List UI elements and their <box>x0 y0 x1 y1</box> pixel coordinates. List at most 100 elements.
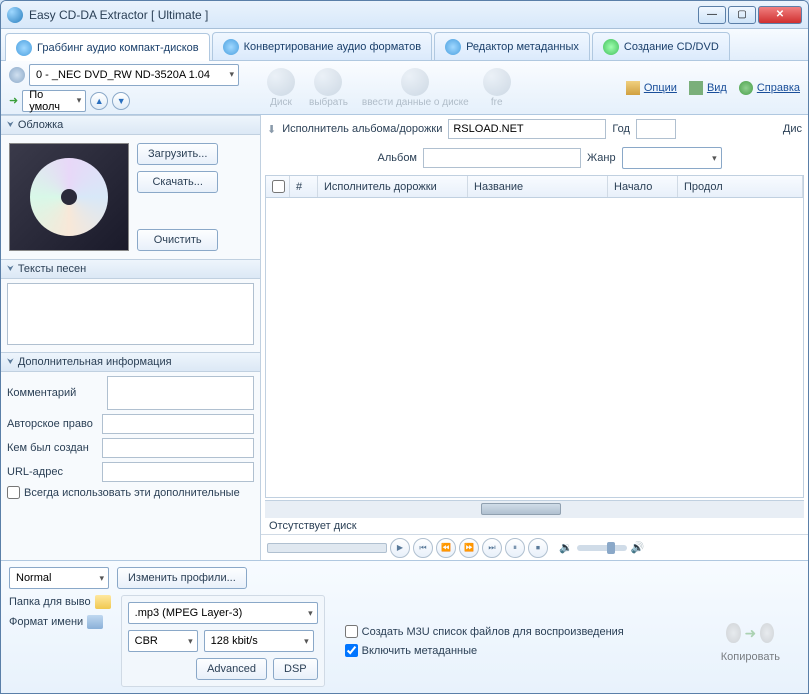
horizontal-scrollbar[interactable] <box>265 500 804 518</box>
year-input[interactable] <box>636 119 676 139</box>
drive-icon <box>9 67 25 83</box>
profile-combo[interactable]: Normal <box>9 567 109 589</box>
genre-combo[interactable] <box>622 147 722 169</box>
view-link[interactable]: Вид <box>689 81 727 95</box>
maximize-button[interactable]: ▢ <box>728 6 756 24</box>
mode-combo[interactable]: CBR <box>128 630 198 652</box>
track-header: # Исполнитель дорожки Название Начало Пр… <box>266 176 803 198</box>
comment-input[interactable] <box>107 376 254 410</box>
url-label: URL-адрес <box>7 466 98 478</box>
tab-burn[interactable]: Создание CD/DVD <box>592 32 730 60</box>
app-icon <box>7 7 23 23</box>
dsp-button[interactable]: DSP <box>273 658 318 680</box>
genre-label: Жанр <box>587 152 616 164</box>
col-artist[interactable]: Исполнитель дорожки <box>318 176 468 197</box>
format-combo[interactable]: .mp3 (MPEG Layer-3) <box>128 602 318 624</box>
tab-convert[interactable]: Конвертирование аудио форматов <box>212 32 432 60</box>
copyright-input[interactable] <box>102 414 254 434</box>
cover-clear-button[interactable]: Очистить <box>137 229 218 251</box>
default-label: По умолч <box>29 89 67 113</box>
always-use-checkbox[interactable]: Всегда использовать эти дополнительные <box>7 486 254 499</box>
stop-button[interactable]: ⏹ <box>528 538 548 558</box>
extra-section-header[interactable]: Дополнительная информация <box>1 352 260 372</box>
cover-load-button[interactable]: Загрузить... <box>137 143 218 165</box>
minimize-button[interactable]: — <box>698 6 726 24</box>
grid-icon <box>689 81 703 95</box>
col-duration[interactable]: Продол <box>678 176 803 197</box>
pause-button[interactable]: ⏸ <box>505 538 525 558</box>
rewind-button[interactable]: ⏪ <box>436 538 456 558</box>
main-area: Обложка Загрузить... Скачать... Очистить… <box>1 115 808 560</box>
scrollbar-thumb[interactable] <box>481 503 561 515</box>
tab-label: Создание CD/DVD <box>624 41 719 53</box>
options-link[interactable]: Опции <box>626 81 677 95</box>
disc-icon <box>267 68 295 96</box>
dest-disc-icon <box>760 623 774 643</box>
titlebar: Easy CD-DA Extractor [ Ultimate ] — ▢ ✕ <box>1 1 808 29</box>
prev-track-button[interactable]: ⏮ <box>413 538 433 558</box>
artist-input[interactable] <box>448 119 606 139</box>
lyrics-section-header[interactable]: Тексты песен <box>1 259 260 279</box>
volume-icon: 🔉 <box>559 541 573 554</box>
advanced-button[interactable]: Advanced <box>196 658 267 680</box>
url-input[interactable] <box>102 462 254 482</box>
select-icon <box>314 68 342 96</box>
filename-format-label: Формат имени <box>9 616 83 628</box>
bitrate-combo[interactable]: 128 kbit/s <box>204 630 314 652</box>
col-num[interactable]: # <box>290 176 318 197</box>
edit-profiles-button[interactable]: Изменить профили... <box>117 567 247 589</box>
metadata-checkbox[interactable]: Включить метаданные <box>345 644 624 657</box>
close-button[interactable]: ✕ <box>758 6 802 24</box>
tag-icon <box>445 39 461 55</box>
discdata-icon <box>401 68 429 96</box>
toolbar: 0 - _NEC DVD_RW ND-3520A 1.04 ➜ По умолч… <box>1 61 808 115</box>
select-all-checkbox[interactable] <box>272 180 285 193</box>
cd-icon <box>16 40 32 56</box>
format-icon[interactable] <box>87 615 103 629</box>
play-button[interactable]: ▶ <box>390 538 410 558</box>
window-title: Easy CD-DA Extractor [ Ultimate ] <box>29 8 698 22</box>
volume-thumb[interactable] <box>607 542 615 554</box>
freedb-button[interactable]: fre <box>483 68 511 108</box>
cover-section-header[interactable]: Обложка <box>1 115 260 135</box>
col-start[interactable]: Начало <box>608 176 678 197</box>
select-button[interactable]: выбрать <box>309 68 348 108</box>
track-list: # Исполнитель дорожки Название Начало Пр… <box>265 175 804 498</box>
volume-slider[interactable] <box>577 545 627 551</box>
m3u-checkbox[interactable]: Создать M3U список файлов для воспроизве… <box>345 625 624 638</box>
tab-metadata[interactable]: Редактор метаданных <box>434 32 590 60</box>
app-window: Easy CD-DA Extractor [ Ultimate ] — ▢ ✕ … <box>0 0 809 694</box>
freedb-icon <box>483 68 511 96</box>
right-panel: ⬇ Исполнитель альбома/дорожки Год Дис Ал… <box>261 115 808 560</box>
load-button[interactable]: ▼ <box>112 92 130 110</box>
left-panel: Обложка Загрузить... Скачать... Очистить… <box>1 115 261 560</box>
default-combo[interactable]: По умолч <box>22 90 86 112</box>
status-text: Отсутствует диск <box>261 518 808 534</box>
lyrics-textarea[interactable] <box>7 283 254 345</box>
arrow-down-icon: ⬇ <box>267 123 276 136</box>
folder-icon[interactable] <box>95 595 111 609</box>
eject-button[interactable]: ▲ <box>90 92 108 110</box>
createdby-input[interactable] <box>102 438 254 458</box>
seek-bar[interactable] <box>267 543 387 553</box>
discdata-button[interactable]: ввести данные о диске <box>362 68 469 108</box>
cover-download-button[interactable]: Скачать... <box>137 171 218 193</box>
year-label: Год <box>612 123 630 135</box>
next-track-button[interactable]: ⏭ <box>482 538 502 558</box>
drive-value: 0 - _NEC DVD_RW ND-3520A 1.04 <box>36 69 210 81</box>
tab-label: Граббинг аудио компакт-дисков <box>37 42 199 54</box>
copy-button[interactable]: ➜ Копировать <box>701 595 800 687</box>
window-buttons: — ▢ ✕ <box>698 6 802 24</box>
album-input[interactable] <box>423 148 581 168</box>
col-title[interactable]: Название <box>468 176 608 197</box>
forward-button[interactable]: ⏩ <box>459 538 479 558</box>
tab-ripping[interactable]: Граббинг аудио компакт-дисков <box>5 33 210 61</box>
createdby-label: Кем был создан <box>7 442 98 454</box>
output-folder-label: Папка для выво <box>9 596 91 608</box>
cover-image <box>9 143 129 251</box>
player-bar: ▶ ⏮ ⏪ ⏩ ⏭ ⏸ ⏹ 🔉 🔊 <box>261 534 808 560</box>
disc-button[interactable]: Диск <box>267 68 295 108</box>
help-link[interactable]: Справка <box>739 81 800 95</box>
drive-select[interactable]: 0 - _NEC DVD_RW ND-3520A 1.04 <box>29 64 239 86</box>
artist-label: Исполнитель альбома/дорожки <box>282 123 442 135</box>
